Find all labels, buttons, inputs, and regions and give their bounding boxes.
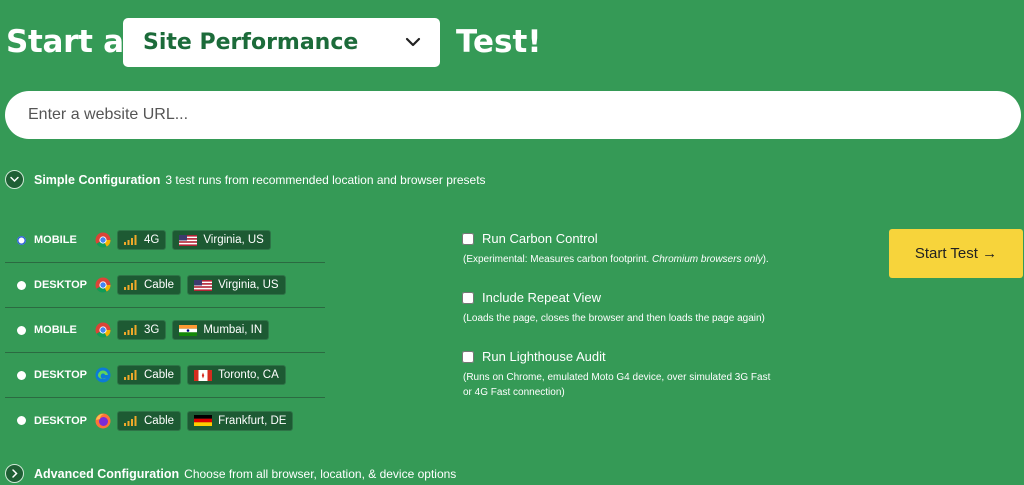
option-repeat: Include Repeat View (Loads the page, clo… [462, 290, 842, 326]
connection-tag: Cable [117, 410, 182, 431]
preset-radio[interactable] [17, 325, 26, 335]
edge-icon [95, 367, 111, 383]
chevron-right-icon[interactable] [5, 464, 24, 483]
device-label: MOBILE [34, 234, 77, 246]
test-type-value: Site Performance [143, 30, 359, 55]
preset-radio[interactable] [17, 280, 26, 290]
chrome-icon [95, 277, 111, 293]
connection-label: Cable [144, 279, 175, 291]
chrome-icon [95, 322, 111, 338]
location-tag: Toronto, CA [187, 365, 286, 385]
carbon-control-description: (Experimental: Measures carbon footprint… [462, 252, 842, 267]
option-carbon: Run Carbon Control (Experimental: Measur… [462, 231, 842, 267]
de-flag-icon [194, 415, 213, 426]
carbon-desc-end: ). [762, 254, 769, 265]
us-flag-icon [194, 279, 213, 291]
location-tag: Virginia, US [187, 275, 286, 295]
preset-radio[interactable] [17, 416, 26, 425]
advanced-config-title: Advanced Configuration [34, 466, 180, 481]
connection-label: Cable [144, 414, 175, 427]
connection-tag: 3G [117, 320, 167, 340]
repeat-view-description: (Loads the page, closes the browser and … [463, 313, 765, 324]
simple-config-toggle[interactable]: Simple Configuration 3 test runs from re… [5, 170, 486, 189]
lighthouse-desc-line2: or 4G Fast connection) [463, 387, 565, 398]
heading-prefix: Start a [6, 18, 124, 66]
heading-suffix: Test! [456, 18, 541, 66]
chevron-down-icon [405, 37, 421, 47]
preset-row[interactable]: DESKTOP Cable Toronto, CA [5, 353, 325, 398]
carbon-desc-plain: (Experimental: Measures carbon footprint… [463, 254, 652, 265]
carbon-control-label: Run Carbon Control [482, 231, 598, 246]
start-test-button[interactable]: Start Test → [889, 229, 1023, 278]
signal-icon [124, 370, 137, 380]
lighthouse-checkbox[interactable] [462, 350, 474, 363]
connection-label: 3G [144, 324, 160, 336]
carbon-control-checkbox-label[interactable]: Run Carbon Control [462, 231, 842, 246]
device-label: DESKTOP [34, 369, 87, 381]
location-label: Virginia, US [203, 234, 264, 246]
heading-suffix-text: Test! [456, 24, 542, 60]
chevron-down-icon[interactable] [5, 170, 24, 189]
lighthouse-description: (Runs on Chrome, emulated Moto G4 device… [462, 370, 842, 400]
firefox-icon [95, 413, 111, 428]
lighthouse-desc-line1: (Runs on Chrome, emulated Moto G4 device… [463, 372, 771, 383]
connection-tag: Cable [117, 275, 182, 295]
lighthouse-label: Run Lighthouse Audit [482, 349, 606, 364]
lighthouse-checkbox-label[interactable]: Run Lighthouse Audit [462, 349, 842, 364]
us-flag-icon [179, 234, 198, 246]
preset-list: MOBILE 4G Virginia, US DESKTOP Cable Vir… [5, 218, 325, 443]
location-label: Virginia, US [218, 279, 279, 291]
carbon-control-checkbox[interactable] [462, 232, 474, 245]
signal-icon [124, 235, 137, 245]
carbon-desc-italic: Chromium browsers only [651, 254, 763, 265]
advanced-config-toggle[interactable]: Advanced Configuration Choose from all b… [5, 464, 456, 483]
location-label: Toronto, CA [218, 369, 279, 381]
option-lighthouse: Run Lighthouse Audit (Runs on Chrome, em… [462, 349, 842, 400]
url-input[interactable] [5, 91, 1021, 139]
preset-row[interactable]: MOBILE 3G Mumbai, IN [5, 308, 325, 353]
location-label: Mumbai, IN [203, 324, 263, 336]
advanced-config-description: Choose from all browser, location, & dev… [184, 466, 457, 481]
repeat-view-label: Include Repeat View [482, 290, 602, 305]
connection-label: 4G [144, 234, 160, 246]
signal-icon [124, 325, 137, 335]
connection-tag: Cable [117, 365, 182, 385]
signal-icon [124, 415, 137, 426]
signal-icon [124, 280, 137, 290]
connection-tag: 4G [117, 230, 167, 250]
preset-row[interactable]: DESKTOP Cable Virginia, US [5, 263, 325, 308]
heading-prefix-text: Start a [6, 24, 124, 60]
chrome-icon [95, 232, 111, 248]
repeat-view-checkbox[interactable] [462, 291, 474, 304]
preset-row[interactable]: DESKTOP Cable Frankfurt, DE [5, 398, 325, 443]
location-tag: Virginia, US [172, 230, 271, 250]
location-tag: Mumbai, IN [172, 320, 270, 340]
preset-radio[interactable] [17, 370, 26, 380]
repeat-view-checkbox-label[interactable]: Include Repeat View [462, 290, 842, 305]
test-type-select[interactable]: Site Performance [123, 18, 440, 67]
device-label: MOBILE [34, 324, 77, 336]
ca-flag-icon [194, 369, 213, 381]
location-label: Frankfurt, DE [218, 414, 287, 427]
preset-row[interactable]: MOBILE 4G Virginia, US [5, 218, 325, 263]
simple-config-title: Simple Configuration [34, 172, 161, 187]
in-flag-icon [179, 324, 198, 336]
device-label: DESKTOP [34, 279, 87, 291]
connection-label: Cable [144, 369, 175, 381]
simple-config-description: 3 test runs from recommended location an… [165, 172, 486, 187]
location-tag: Frankfurt, DE [187, 410, 294, 431]
preset-radio[interactable] [17, 235, 26, 245]
device-label: DESKTOP [34, 414, 87, 427]
